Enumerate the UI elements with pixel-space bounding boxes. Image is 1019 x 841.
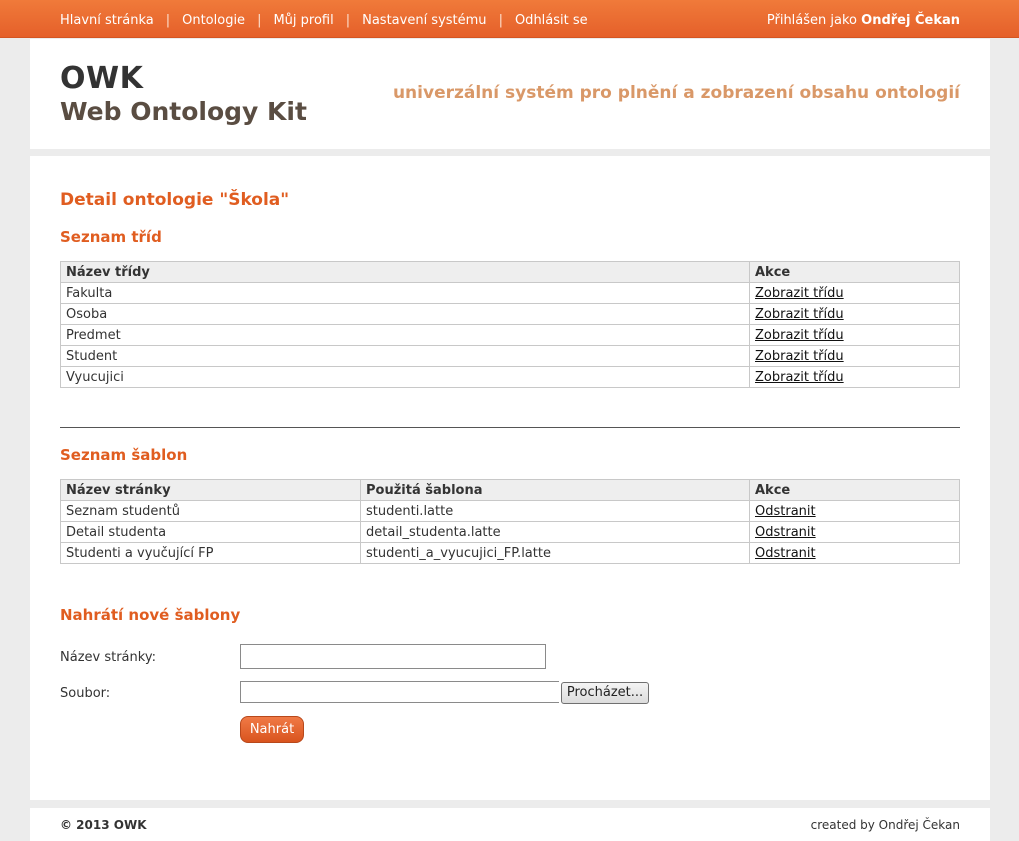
credits-text: created by Ondřej Čekan [810, 818, 960, 832]
column-header: Akce [749, 479, 960, 501]
templates-heading: Seznam šablon [60, 446, 188, 464]
table-row: Detail studenta detail_studenta.latte Od… [60, 521, 960, 543]
template-page-name: Detail studenta [60, 521, 361, 543]
class-name: Predmet [60, 324, 750, 346]
copyright-text: © 2013 OWK [60, 818, 147, 832]
table-header-row: Název třídy Akce [60, 261, 960, 283]
class-name: Fakulta [60, 282, 750, 304]
nav-logout-link[interactable]: Odhlásit se [515, 13, 588, 28]
table-row: Student Zobrazit třídu [60, 345, 960, 367]
table-row: Predmet Zobrazit třídu [60, 324, 960, 346]
section-divider [60, 427, 960, 428]
page-title: Detail ontologie "Škola" [60, 190, 290, 210]
table-row: Studenti a vyučující FP studenti_a_vyucu… [60, 542, 960, 564]
column-header: Název třídy [60, 261, 750, 283]
nav-profile-link[interactable]: Můj profil [273, 13, 333, 28]
remove-template-link[interactable]: Odstranit [755, 546, 816, 561]
table-row: Osoba Zobrazit třídu [60, 303, 960, 325]
show-class-link[interactable]: Zobrazit třídu [755, 307, 844, 322]
template-file: detail_studenta.latte [360, 521, 750, 543]
logged-in-label: Přihlášen jako [766, 13, 857, 28]
remove-template-link[interactable]: Odstranit [755, 504, 816, 519]
template-file: studenti_a_vyucujici_FP.latte [360, 542, 750, 564]
show-class-link[interactable]: Zobrazit třídu [755, 370, 844, 385]
user-name: Ondřej Čekan [861, 13, 960, 28]
table-row: Fakulta Zobrazit třídu [60, 282, 960, 304]
nav-separator: | [345, 13, 351, 28]
nav-separator: | [165, 13, 171, 28]
template-page-name: Seznam studentů [60, 500, 361, 522]
class-name: Osoba [60, 303, 750, 325]
classes-table: Název třídy Akce Fakulta Zobrazit třídu … [60, 261, 960, 388]
remove-template-link[interactable]: Odstranit [755, 525, 816, 540]
site-tagline: univerzální systém pro plnění a zobrazen… [392, 83, 960, 103]
column-header: Název stránky [60, 479, 361, 501]
table-row: Seznam studentů studenti.latte Odstranit [60, 500, 960, 522]
upload-submit-button[interactable]: Nahrát [240, 716, 304, 743]
class-name: Student [60, 345, 750, 367]
logged-in-info: Přihlášen jako Ondřej Čekan [767, 13, 960, 28]
main-nav: Hlavní stránka | Ontologie | Můj profil | Nast… [60, 13, 588, 28]
browse-button[interactable]: Procházet... [561, 682, 649, 704]
file-label: Soubor: [60, 686, 111, 701]
table-header-row: Název stránky Použitá šablona Akce [60, 479, 960, 501]
site-footer: © 2013 OWK created by Ondřej Čekan [30, 808, 990, 841]
site-header: OWK Web Ontology Kit univerzální systém … [30, 39, 990, 149]
template-page-name: Studenti a vyučující FP [60, 542, 361, 564]
file-path-field[interactable] [240, 681, 559, 703]
nav-separator: | [257, 13, 262, 28]
nav-separator: | [498, 13, 503, 28]
show-class-link[interactable]: Zobrazit třídu [755, 286, 844, 301]
templates-table: Název stránky Použitá šablona Akce Sezna… [60, 479, 960, 564]
nav-home-link[interactable]: Hlavní stránka [60, 13, 154, 28]
template-file: studenti.latte [360, 500, 750, 522]
logo-title: OWK [60, 61, 144, 96]
upload-heading: Nahrátí nové šablony [60, 606, 241, 624]
page-name-input[interactable] [240, 644, 546, 669]
show-class-link[interactable]: Zobrazit třídu [755, 349, 844, 364]
logo-subtitle: Web Ontology Kit [60, 97, 307, 126]
nav-ontology-link[interactable]: Ontologie [182, 13, 245, 28]
class-name: Vyucujici [60, 366, 750, 388]
page-name-label: Název stránky: [60, 650, 156, 665]
column-header: Použitá šablona [360, 479, 750, 501]
top-bar: Hlavní stránka | Ontologie | Můj profil | Nast… [0, 0, 1019, 38]
nav-settings-link[interactable]: Nastavení systému [362, 13, 486, 28]
classes-heading: Seznam tříd [60, 228, 162, 246]
column-header: Akce [749, 261, 960, 283]
show-class-link[interactable]: Zobrazit třídu [755, 328, 844, 343]
table-row: Vyucujici Zobrazit třídu [60, 366, 960, 388]
main-content: Detail ontologie "Škola" Seznam tříd Náz… [30, 156, 990, 800]
